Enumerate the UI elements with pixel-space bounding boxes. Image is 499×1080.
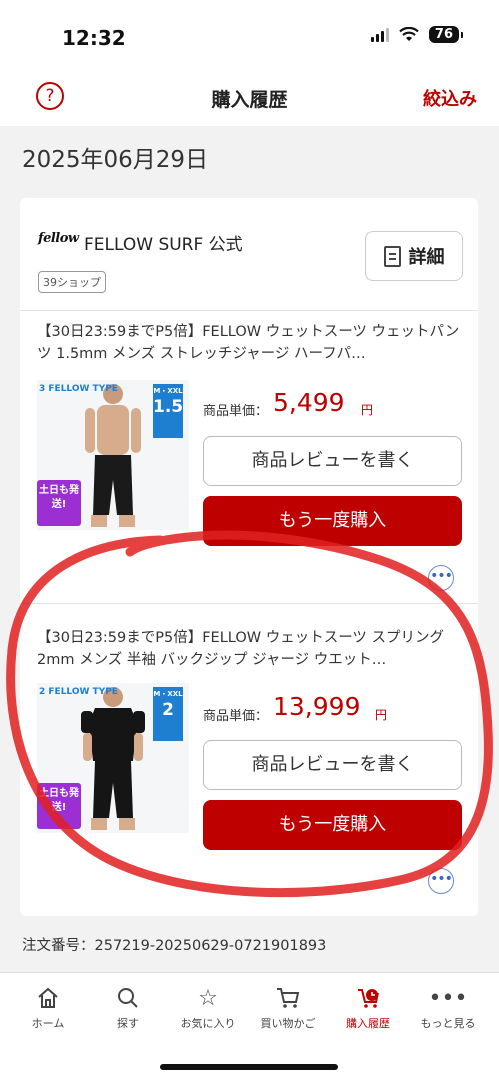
status-icons: 76 bbox=[370, 26, 464, 43]
tab-search[interactable]: 探す bbox=[88, 981, 168, 1031]
type-tag: 2 FELLOW TYPE bbox=[39, 687, 118, 697]
thickness-tag: M・XXL 1.5 bbox=[153, 384, 183, 438]
item-title[interactable]: 【30日23:59までP5倍】FELLOW ウェットスーツ ウェットパンツ 1.… bbox=[37, 321, 467, 365]
shop-badge: 39ショップ bbox=[38, 271, 106, 293]
size-range: M・XXL bbox=[153, 690, 183, 698]
order-number: 注文番号：257219-20250629-0721901893 bbox=[22, 938, 327, 954]
buy-again-button[interactable]: もう一度購入 bbox=[203, 496, 462, 546]
product-image[interactable]: 2 FELLOW TYPE M・XXL 2 土日も発送! bbox=[37, 683, 189, 833]
home-icon bbox=[8, 981, 88, 1015]
tab-label: ホーム bbox=[31, 1017, 65, 1030]
price-label: 商品単価： bbox=[203, 404, 269, 419]
promo-sticker: 土日も発送! bbox=[37, 480, 81, 526]
shop-name[interactable]: FELLOW SURF 公式 bbox=[84, 230, 243, 255]
history-icon bbox=[328, 981, 408, 1015]
order-card: fellow FELLOW SURF 公式 39ショップ 詳細 【30日23:5… bbox=[20, 198, 478, 916]
tab-label: もっと見る bbox=[420, 1017, 476, 1030]
price-value: 13,999 bbox=[273, 692, 361, 721]
battery-indicator: 76 bbox=[428, 26, 464, 43]
status-time: 12:32 bbox=[62, 26, 126, 50]
cart-icon bbox=[248, 981, 328, 1015]
tab-label: お気に入り bbox=[180, 1017, 236, 1030]
more-icon: ••• bbox=[428, 985, 468, 1011]
tab-home[interactable]: ホーム bbox=[8, 981, 88, 1031]
price-value: 5,499 bbox=[273, 388, 345, 417]
tab-favorites[interactable]: ☆ お気に入り bbox=[168, 981, 248, 1031]
tab-cart[interactable]: 買い物かご bbox=[248, 981, 328, 1031]
search-icon bbox=[88, 981, 168, 1015]
size-range: M・XXL bbox=[153, 387, 183, 395]
tab-label: 探す bbox=[117, 1017, 139, 1030]
divider bbox=[20, 310, 478, 311]
shop-logo: fellow bbox=[38, 231, 79, 246]
product-image[interactable]: 3 FELLOW TYPE M・XXL 1.5 土日も発送! bbox=[37, 380, 189, 530]
thickness-value: 1.5 bbox=[153, 397, 184, 417]
tab-purchase-history[interactable]: 購入履歴 bbox=[328, 981, 408, 1031]
order-date: 2025年06月29日 bbox=[22, 147, 209, 173]
type-tag: 3 FELLOW TYPE bbox=[39, 384, 118, 394]
more-options-icon[interactable]: ••• bbox=[428, 868, 454, 894]
home-indicator bbox=[160, 1064, 338, 1070]
tab-label: 買い物かご bbox=[260, 1017, 316, 1030]
price-unit: 円 bbox=[361, 403, 374, 417]
nav-header: ? 購入履歴 絞込み bbox=[0, 70, 499, 126]
thickness-tag: M・XXL 2 bbox=[153, 687, 183, 741]
tab-label: 購入履歴 bbox=[346, 1017, 390, 1030]
item-title[interactable]: 【30日23:59までP5倍】FELLOW ウェットスーツ スプリング 2mm … bbox=[37, 627, 467, 671]
price-unit: 円 bbox=[375, 708, 388, 722]
divider bbox=[20, 603, 478, 604]
document-icon bbox=[383, 245, 401, 267]
star-icon: ☆ bbox=[198, 985, 218, 1011]
detail-button[interactable]: 詳細 bbox=[365, 231, 463, 281]
promo-sticker: 土日も発送! bbox=[37, 783, 81, 829]
filter-button[interactable]: 絞込み bbox=[423, 85, 477, 111]
more-options-icon[interactable]: ••• bbox=[428, 565, 454, 591]
write-review-button[interactable]: 商品レビューを書く bbox=[203, 436, 462, 486]
status-bar: 12:32 76 bbox=[0, 0, 499, 70]
buy-again-button[interactable]: もう一度購入 bbox=[203, 800, 462, 850]
detail-button-label: 詳細 bbox=[408, 247, 445, 268]
thickness-value: 2 bbox=[162, 700, 174, 720]
price-label: 商品単価： bbox=[203, 709, 269, 724]
tab-more[interactable]: ••• もっと見る bbox=[408, 981, 488, 1031]
wifi-icon bbox=[399, 27, 419, 41]
write-review-button[interactable]: 商品レビューを書く bbox=[203, 740, 462, 790]
signal-icon bbox=[370, 27, 389, 42]
